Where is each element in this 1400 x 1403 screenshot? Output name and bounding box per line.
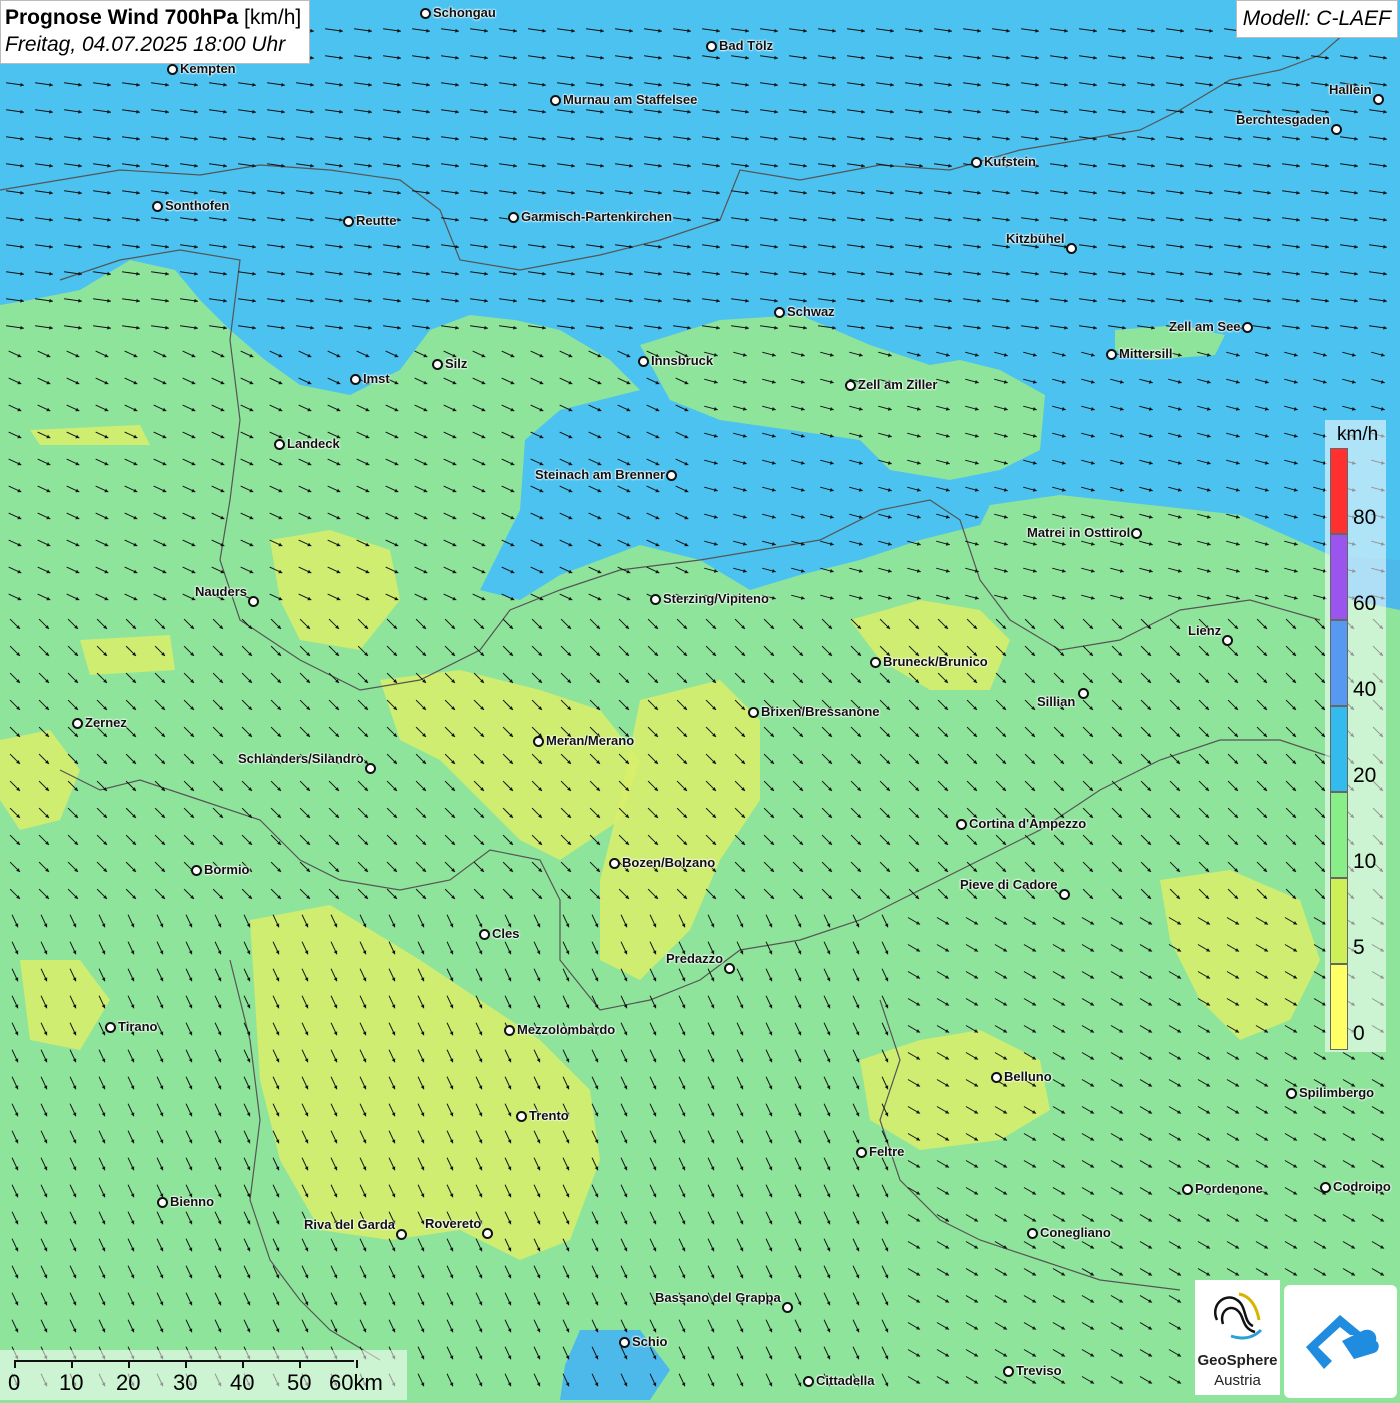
city-marker-icon [1242, 322, 1253, 333]
city-marker-icon [638, 356, 649, 367]
city-marker-icon [1331, 124, 1342, 135]
city-marker-icon [1106, 349, 1117, 360]
city-label: Lienz [1188, 623, 1221, 638]
city-marker-icon [1059, 889, 1070, 900]
city-label: Innsbruck [651, 353, 713, 368]
city-marker-icon [274, 439, 285, 450]
map-title: Prognose Wind 700hPa [km/h] [5, 4, 301, 31]
city-label: Kufstein [984, 154, 1036, 169]
city-marker-icon [533, 736, 544, 747]
city-marker-icon [105, 1022, 116, 1033]
city-marker-icon [706, 41, 717, 52]
city-label: Schwaz [787, 304, 835, 319]
city-label: Bozen/Bolzano [622, 855, 715, 870]
map-subtitle: Freitag, 04.07.2025 18:00 Uhr [5, 31, 301, 58]
city-label: Sterzing/Vipiteno [663, 591, 769, 606]
city-label: Zell am See [1169, 319, 1241, 334]
city-marker-icon [1222, 635, 1233, 646]
city-marker-icon [724, 963, 735, 974]
city-marker-icon [343, 216, 354, 227]
city-label: Kempten [180, 61, 236, 76]
city-label: Hallein [1329, 82, 1372, 97]
city-label: Pieve di Cadore [960, 877, 1058, 892]
city-marker-icon [72, 718, 83, 729]
city-marker-icon [365, 763, 376, 774]
city-label: Mittersill [1119, 346, 1172, 361]
city-label: Garmisch-Partenkirchen [521, 209, 672, 224]
city-label: Bruneck/Brunico [883, 654, 988, 669]
city-marker-icon [191, 865, 202, 876]
city-marker-icon [152, 201, 163, 212]
city-marker-icon [420, 8, 431, 19]
city-marker-icon [650, 594, 661, 605]
city-label: Kitzbühel [1006, 231, 1065, 246]
city-marker-icon [971, 157, 982, 168]
city-label: Meran/Merano [546, 733, 634, 748]
city-marker-icon [956, 819, 967, 830]
city-label: Imst [363, 371, 390, 386]
city-label: Bormio [204, 862, 250, 877]
city-marker-icon [550, 95, 561, 106]
city-marker-icon [666, 470, 677, 481]
city-marker-icon [1078, 688, 1089, 699]
city-label: Silz [445, 356, 467, 371]
city-label: Berchtesgaden [1236, 112, 1330, 127]
city-marker-icon [1131, 528, 1142, 539]
city-label: Brixen/Bressanone [761, 704, 880, 719]
city-label: Bad Tölz [719, 38, 773, 53]
city-label: Sillian [1037, 694, 1075, 709]
city-marker-icon [248, 596, 259, 607]
city-marker-icon [1066, 243, 1077, 254]
city-label: Zernez [85, 715, 127, 730]
wind-zone-calm [80, 635, 175, 675]
city-marker-icon [845, 380, 856, 391]
city-label: Cles [492, 926, 519, 941]
city-label: Zell am Ziller [858, 377, 937, 392]
city-label: Landeck [287, 436, 340, 451]
city-label: Cortina d'Ampezzo [969, 816, 1086, 831]
city-label: Tirano [118, 1019, 158, 1034]
city-marker-icon [479, 929, 490, 940]
city-marker-icon [870, 657, 881, 668]
city-marker-icon [350, 374, 361, 385]
city-label: Reutte [356, 213, 396, 228]
city-marker-icon [748, 707, 759, 718]
city-label: Sonthofen [165, 198, 229, 213]
city-marker-icon [432, 359, 443, 370]
city-label: Nauders [195, 584, 247, 599]
city-marker-icon [1373, 94, 1384, 105]
city-marker-icon [774, 307, 785, 318]
city-label: Predazzo [666, 951, 723, 966]
city-label: Schlanders/Silandro [238, 751, 364, 766]
city-label: Schongau [433, 5, 496, 20]
model-label: Modell: C-LAEF [1236, 0, 1398, 38]
title-box: Prognose Wind 700hPa [km/h] Freitag, 04.… [0, 0, 310, 64]
city-marker-icon [609, 858, 620, 869]
city-label: Steinach am Brenner [535, 467, 665, 482]
city-marker-icon [504, 1025, 515, 1036]
city-label: Matrei in Osttirol [1027, 525, 1130, 540]
city-marker-icon [167, 64, 178, 75]
city-label: Murnau am Staffelsee [563, 92, 697, 107]
city-marker-icon [508, 212, 519, 223]
